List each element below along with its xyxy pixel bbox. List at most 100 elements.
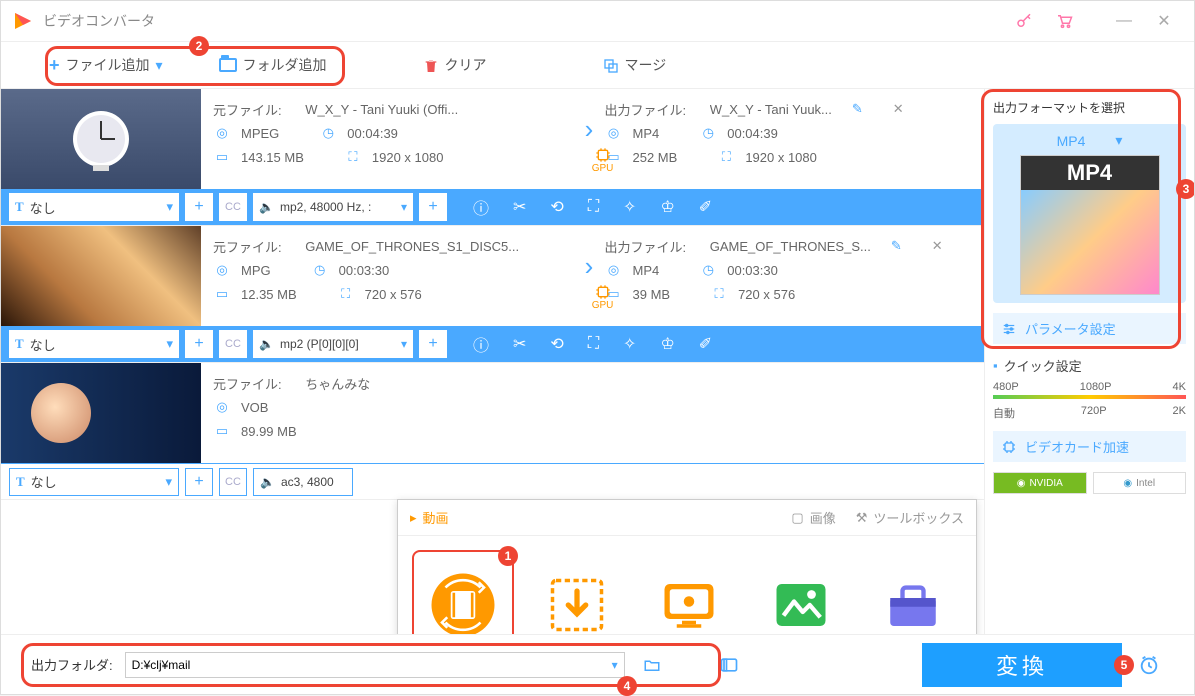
edit-pen-icon[interactable]: ✐ xyxy=(699,197,712,217)
download-icon xyxy=(542,570,612,635)
chevron-down-icon[interactable]: ▾ xyxy=(156,57,163,74)
subtitle-select[interactable]: Tなし▾ xyxy=(9,468,179,496)
convert-icon xyxy=(428,570,498,635)
arrow-right-icon: › xyxy=(585,114,594,145)
nvidia-badge: ◉NVIDIA xyxy=(993,472,1087,494)
add-subtitle-button[interactable]: + xyxy=(185,468,213,496)
thumbnail[interactable] xyxy=(1,89,201,189)
effect-icon[interactable]: ✧ xyxy=(623,197,636,217)
subtitle-select[interactable]: Tなし▾ xyxy=(9,193,179,221)
app-logo-icon xyxy=(11,9,35,33)
tab-image[interactable]: ▢画像 xyxy=(791,508,835,527)
quality-slider[interactable] xyxy=(993,395,1186,399)
add-audio-button[interactable]: + xyxy=(419,330,447,358)
cut-icon[interactable]: ✂ xyxy=(513,334,526,354)
add-subtitle-button[interactable]: + xyxy=(185,193,213,221)
minimize-button[interactable]: — xyxy=(1104,6,1144,36)
clear-label: クリア xyxy=(445,55,487,75)
gpu-chip-icon: GPU xyxy=(589,147,617,175)
item-action-bar: Tなし▾ + CC 🔈mp2, 48000 Hz, :▾ + ⓘ ✂ ⟲ ⛶ ✧… xyxy=(1,189,984,225)
crop-icon[interactable]: ⛶ xyxy=(588,335,599,353)
add-folder-button[interactable]: フォルダ追加 xyxy=(211,51,335,79)
list-item: 元ファイル: W_X_Y - Tani Yuuki (Offi... ◎MPEG… xyxy=(1,89,984,226)
clear-button[interactable]: クリア xyxy=(415,51,495,79)
snapshot-button[interactable] xyxy=(719,654,739,675)
thumbnail[interactable] xyxy=(1,226,201,326)
tab-video[interactable]: ▸動画 xyxy=(410,508,449,527)
rotate-icon[interactable]: ⟲ xyxy=(550,197,563,217)
effect-icon[interactable]: ✧ xyxy=(623,334,636,354)
list-item: 元ファイル: ちゃんみな ◎VOB ▭89.99 MB Tなし▾ + CC 🔈a… xyxy=(1,363,984,500)
app-title: ビデオコンバータ xyxy=(43,11,1004,31)
cc-button[interactable]: CC xyxy=(219,468,247,496)
tool-convert[interactable]: 1 変換 xyxy=(412,550,514,634)
edit-icon[interactable]: ✎ xyxy=(891,238,902,254)
crop-icon[interactable]: ⛶ xyxy=(588,198,599,216)
main-toolbar: + ファイル追加 ▾ フォルダ追加 クリア マージ 2 xyxy=(1,41,1194,89)
quick-settings-title: ▪クイック設定 xyxy=(993,356,1186,375)
subtitle-select[interactable]: Tなし▾ xyxy=(9,330,179,358)
audio-select[interactable]: 🔈mp2, 48000 Hz, :▾ xyxy=(253,193,413,221)
thumbnail[interactable] xyxy=(1,363,201,463)
record-icon xyxy=(654,570,724,635)
info-icon[interactable]: ⓘ xyxy=(473,195,489,219)
image-icon: ▢ xyxy=(791,510,803,526)
gpu-chip-icon: GPU xyxy=(589,284,617,312)
edit-icon[interactable]: ✎ xyxy=(852,101,863,117)
annotation-badge-5: 5 xyxy=(1114,655,1134,675)
cc-button[interactable]: CC xyxy=(219,330,247,358)
file-list: 元ファイル: W_X_Y - Tani Yuuki (Offi... ◎MPEG… xyxy=(1,89,984,634)
bottom-bar: 4 出力フォルダ: D:¥clj¥mail▾ 変換 5 xyxy=(1,634,1194,694)
folder-icon xyxy=(219,58,237,72)
close-button[interactable]: ✕ xyxy=(1144,6,1184,36)
quality-scale-top: 480P1080P4K xyxy=(993,381,1186,393)
clock-icon: ◷ xyxy=(319,125,337,141)
output-folder-input[interactable]: D:¥clj¥mail▾ xyxy=(125,652,625,678)
intel-badge: ◉Intel xyxy=(1093,472,1187,494)
toolbox-icon: ⚒ xyxy=(856,510,868,526)
gpu-accel-button[interactable]: ビデオカード加速 xyxy=(993,431,1186,462)
audio-select[interactable]: 🔈ac3, 4800 xyxy=(253,468,353,496)
close-icon[interactable]: ✕ xyxy=(932,238,943,254)
merge-button[interactable]: マージ xyxy=(595,51,675,79)
cut-icon[interactable]: ✂ xyxy=(513,197,526,217)
cc-button[interactable]: CC xyxy=(219,193,247,221)
gif-icon xyxy=(766,570,836,635)
audio-select[interactable]: 🔈mp2 (P[0][0][0]▾ xyxy=(253,330,413,358)
cart-icon[interactable] xyxy=(1044,6,1084,36)
plus-icon: + xyxy=(49,55,60,76)
trash-icon xyxy=(423,56,439,73)
format-select[interactable]: MP4▾ xyxy=(1001,132,1178,149)
watermark-icon[interactable]: ♔ xyxy=(660,197,674,217)
edit-pen-icon[interactable]: ✐ xyxy=(699,334,712,354)
convert-button[interactable]: 変換 xyxy=(922,643,1122,687)
add-subtitle-button[interactable]: + xyxy=(185,330,213,358)
tool-download[interactable]: ダウンロード xyxy=(528,550,626,634)
tab-toolbox[interactable]: ⚒ツールボックス xyxy=(856,508,964,527)
annotation-badge-1: 1 xyxy=(498,546,518,566)
titlebar: ビデオコンバータ — ✕ xyxy=(1,1,1194,41)
source-info: 元ファイル: W_X_Y - Tani Yuuki (Offi... ◎MPEG… xyxy=(201,89,593,189)
chevron-down-icon[interactable]: ▾ xyxy=(612,658,618,672)
output-format-title: 出力フォーマットを選択 xyxy=(993,99,1186,116)
tool-gif[interactable]: GIF作成 xyxy=(752,550,850,634)
add-folder-label: フォルダ追加 xyxy=(243,55,327,75)
schedule-button[interactable] xyxy=(1134,653,1164,676)
add-audio-button[interactable]: + xyxy=(419,193,447,221)
list-item: 元ファイル: GAME_OF_THRONES_S1_DISC5... ◎MPG◷… xyxy=(1,226,984,363)
preview-image xyxy=(1021,190,1159,294)
tool-record[interactable]: 録画 xyxy=(640,550,738,634)
license-key-icon[interactable] xyxy=(1004,6,1044,36)
add-file-button[interactable]: + ファイル追加 ▾ xyxy=(41,51,171,80)
watermark-icon[interactable]: ♔ xyxy=(660,334,674,354)
source-info: 元ファイル: ちゃんみな ◎VOB ▭89.99 MB xyxy=(201,363,984,463)
tool-toolbox[interactable]: ツールボックス xyxy=(864,550,962,634)
info-icon[interactable]: ⓘ xyxy=(473,332,489,356)
annotation-badge-2: 2 xyxy=(189,36,209,56)
close-icon[interactable]: ✕ xyxy=(893,101,904,117)
format-preview[interactable]: MP4 xyxy=(1020,155,1160,295)
parameter-settings-button[interactable]: パラメータ設定 xyxy=(993,313,1186,344)
source-info: 元ファイル: GAME_OF_THRONES_S1_DISC5... ◎MPG◷… xyxy=(201,226,593,326)
browse-folder-button[interactable] xyxy=(637,652,667,678)
rotate-icon[interactable]: ⟲ xyxy=(550,334,563,354)
